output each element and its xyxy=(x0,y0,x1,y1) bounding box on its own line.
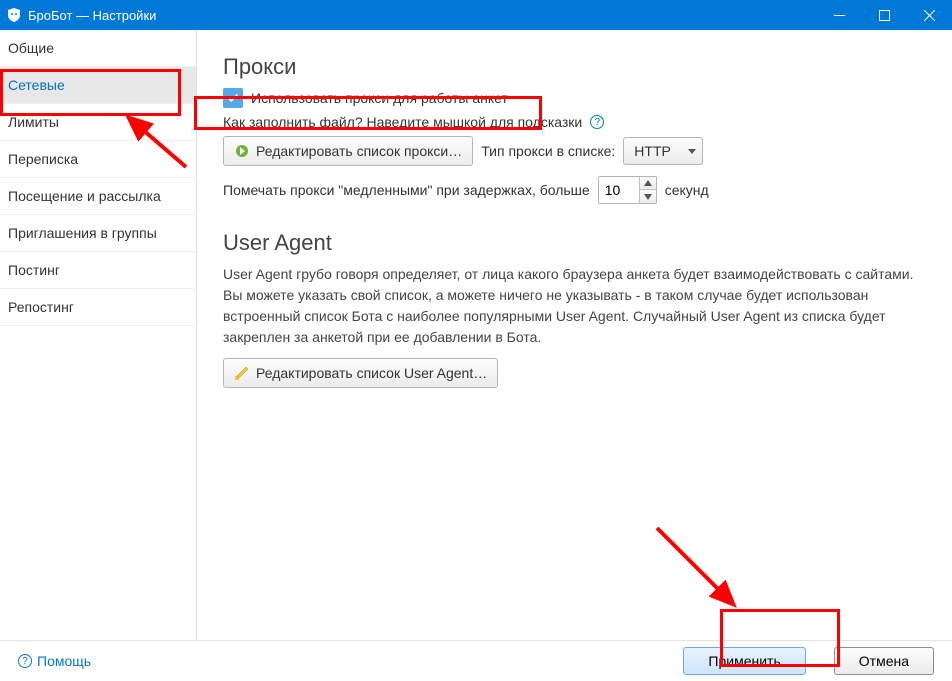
delay-input[interactable] xyxy=(599,177,639,203)
fill-hint-text: Как заполнить файл? Наведите мышкой для … xyxy=(223,114,582,130)
sidebar-item-messaging[interactable]: Переписка xyxy=(0,141,196,178)
pencil-icon xyxy=(234,365,250,381)
window-title: БроБот — Настройки xyxy=(28,8,156,23)
user-agent-heading: User Agent xyxy=(223,230,926,256)
annotation-arrow-apply xyxy=(649,520,749,620)
use-proxy-checkbox[interactable] xyxy=(223,88,243,108)
sidebar-item-group-invites[interactable]: Приглашения в группы xyxy=(0,215,196,252)
sidebar-item-posting[interactable]: Постинг xyxy=(0,252,196,289)
apply-button[interactable]: Применить xyxy=(683,647,805,675)
edit-proxy-list-label: Редактировать список прокси… xyxy=(256,143,462,159)
content-pane: Прокси Использовать прокси для работы ан… xyxy=(197,30,952,640)
proxy-type-label: Тип прокси в списке: xyxy=(481,143,615,159)
cancel-button[interactable]: Отмена xyxy=(834,647,934,675)
chevron-down-icon xyxy=(688,149,696,154)
help-label: Помощь xyxy=(37,653,91,669)
footer: ? Помощь Применить Отмена xyxy=(0,640,952,681)
sidebar-item-visiting[interactable]: Посещение и рассылка xyxy=(0,178,196,215)
edit-icon xyxy=(234,143,250,159)
spinner-down[interactable] xyxy=(640,190,656,203)
proxy-heading: Прокси xyxy=(223,54,926,80)
use-proxy-label: Использовать прокси для работы анкет xyxy=(251,90,508,106)
help-icon: ? xyxy=(18,654,32,668)
mark-slow-suffix: секунд xyxy=(665,182,709,198)
app-icon xyxy=(6,7,22,23)
edit-proxy-list-button[interactable]: Редактировать список прокси… xyxy=(223,136,473,166)
window-controls xyxy=(817,0,952,30)
help-link[interactable]: ? Помощь xyxy=(18,653,91,669)
minimize-button[interactable] xyxy=(817,0,862,30)
edit-user-agent-list-button[interactable]: Редактировать список User Agent… xyxy=(223,358,498,388)
sidebar-item-limits[interactable]: Лимиты xyxy=(0,104,196,141)
close-button[interactable] xyxy=(907,0,952,30)
sidebar-item-network[interactable]: Сетевые xyxy=(0,67,196,104)
help-hint-icon[interactable]: ? xyxy=(590,115,604,129)
maximize-button[interactable] xyxy=(862,0,907,30)
mark-slow-prefix: Помечать прокси "медленными" при задержк… xyxy=(223,182,590,198)
sidebar-item-general[interactable]: Общие xyxy=(0,30,196,67)
delay-spinner[interactable] xyxy=(598,176,657,204)
edit-user-agent-list-label: Редактировать список User Agent… xyxy=(256,365,487,381)
titlebar: БроБот — Настройки xyxy=(0,0,952,30)
sidebar: Общие Сетевые Лимиты Переписка Посещение… xyxy=(0,30,197,640)
proxy-type-value: HTTP xyxy=(634,143,671,159)
proxy-type-select[interactable]: HTTP xyxy=(623,137,703,165)
user-agent-description: User Agent грубо говоря определяет, от л… xyxy=(223,264,926,348)
sidebar-item-reposting[interactable]: Репостинг xyxy=(0,289,196,326)
spinner-up[interactable] xyxy=(640,177,656,190)
